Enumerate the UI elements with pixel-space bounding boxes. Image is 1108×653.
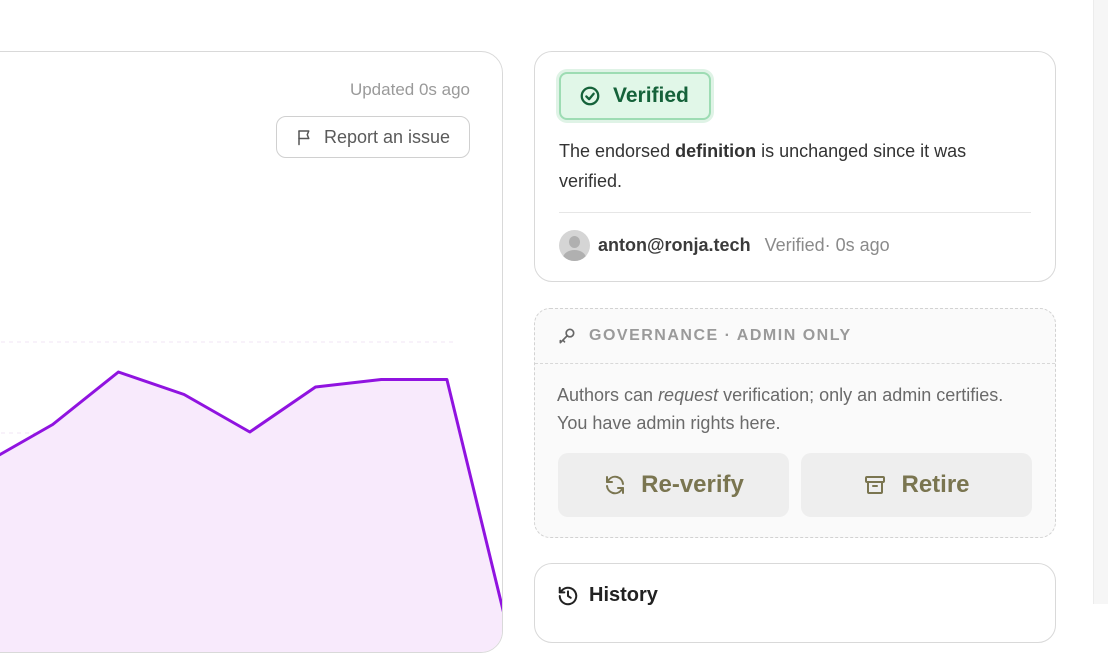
governance-text-emphasis: request bbox=[658, 385, 718, 405]
updated-timestamp: Updated 0s ago bbox=[350, 80, 470, 100]
governance-card: GOVERNANCE · ADMIN ONLY Authors can requ… bbox=[534, 308, 1056, 538]
verification-message-part: The endorsed bbox=[559, 141, 675, 161]
governance-text: Authors can request verification; only a… bbox=[557, 381, 1037, 437]
re-verify-label: Re-verify bbox=[641, 471, 744, 499]
avatar bbox=[559, 230, 590, 261]
re-verify-button[interactable]: Re-verify bbox=[558, 453, 789, 517]
check-circle-icon bbox=[579, 85, 601, 107]
governance-header-label: GOVERNANCE · ADMIN ONLY bbox=[589, 327, 852, 345]
flag-icon bbox=[296, 128, 314, 146]
retire-label: Retire bbox=[901, 471, 969, 499]
verifier-email: anton@ronja.tech bbox=[598, 235, 751, 256]
page-scrollbar[interactable] bbox=[1093, 0, 1108, 604]
verified-time: Verified· 0s ago bbox=[765, 235, 890, 256]
divider bbox=[559, 212, 1031, 213]
key-icon bbox=[557, 326, 577, 346]
history-icon bbox=[557, 585, 579, 607]
retire-button[interactable]: Retire bbox=[801, 453, 1032, 517]
chart-card: Updated 0s ago Report an issue bbox=[0, 51, 503, 653]
report-issue-button[interactable]: Report an issue bbox=[276, 116, 470, 158]
verified-label: Verified bbox=[613, 84, 689, 108]
verification-card: Verified The endorsed definition is unch… bbox=[534, 51, 1056, 282]
verifier-row: anton@ronja.tech Verified· 0s ago bbox=[559, 229, 890, 261]
series-area bbox=[0, 372, 502, 652]
history-card: History bbox=[534, 563, 1056, 643]
governance-header: GOVERNANCE · ADMIN ONLY bbox=[535, 309, 1055, 364]
report-issue-label: Report an issue bbox=[324, 127, 450, 148]
verification-message-emphasis: definition bbox=[675, 141, 756, 161]
refresh-icon bbox=[603, 473, 627, 497]
verified-badge: Verified bbox=[559, 72, 711, 120]
governance-text-part: Authors can bbox=[557, 385, 658, 405]
verification-message: The endorsed definition is unchanged sin… bbox=[559, 136, 1029, 196]
archive-icon bbox=[863, 473, 887, 497]
